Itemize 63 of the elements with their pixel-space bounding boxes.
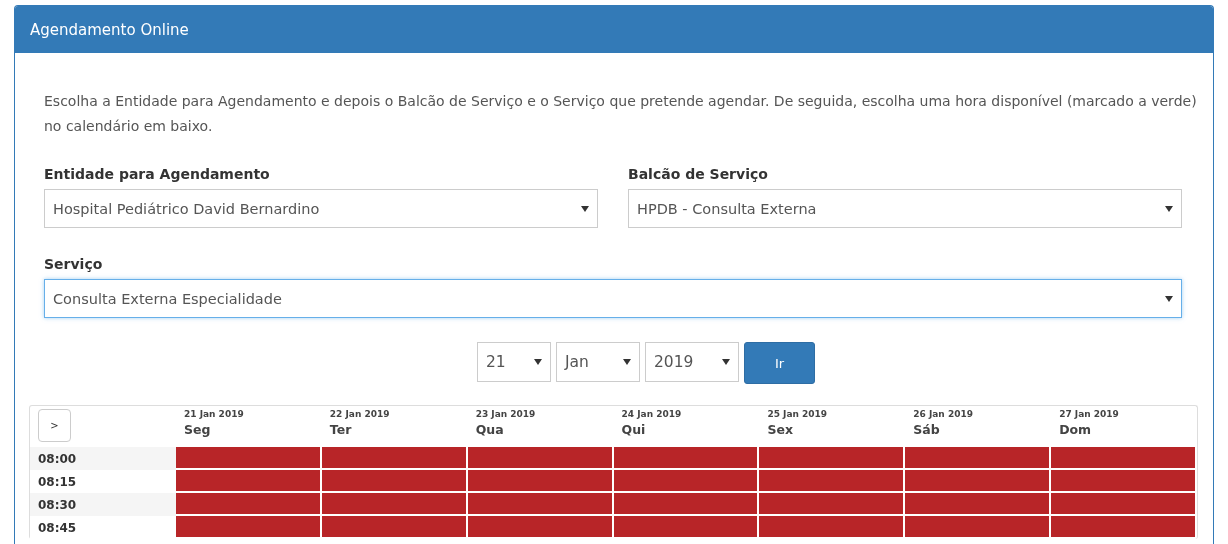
day-date: 25 Jan 2019 (767, 409, 829, 419)
select-field[interactable]: HPDB - Consulta Externa (628, 189, 1182, 228)
time-slot[interactable] (759, 470, 904, 491)
select-field[interactable]: Hospital Pediátrico David Bernardino (44, 189, 598, 228)
time-slot[interactable] (613, 516, 758, 537)
caret-icon (722, 359, 730, 365)
day-date: 21 Jan 2019 (184, 409, 245, 419)
time-slot[interactable] (759, 447, 904, 468)
next-button[interactable]: > (38, 409, 71, 442)
caret-icon (1165, 295, 1173, 302)
time-slot[interactable] (467, 493, 612, 514)
panel-title: Agendamento Online (30, 20, 189, 39)
time-slot[interactable] (759, 516, 904, 537)
weekday: Qui (621, 422, 647, 437)
time-slot[interactable] (1051, 493, 1195, 514)
go-button[interactable]: Ir (744, 342, 815, 384)
time-label: 08:00 (30, 447, 176, 470)
field-label: Entidade para Agendamento (44, 166, 271, 182)
year-select[interactable]: 2019 (645, 342, 739, 382)
day-select[interactable]: 21 (477, 342, 551, 382)
time-label: 08:30 (30, 493, 176, 516)
time-slot[interactable] (321, 516, 466, 537)
weekday: Ter (329, 422, 353, 437)
day-date: 26 Jan 2019 (913, 409, 974, 419)
time-slot[interactable] (1051, 470, 1195, 491)
caret-icon (581, 205, 589, 212)
select-field[interactable]: Consulta Externa Especialidade (44, 279, 1182, 318)
caret-icon (1165, 205, 1173, 212)
time-slot[interactable] (905, 516, 1050, 537)
time-slot[interactable] (467, 516, 612, 537)
time-slot[interactable] (613, 447, 758, 468)
time-slot[interactable] (905, 447, 1050, 468)
time-slot[interactable] (1051, 516, 1195, 537)
day-date: 24 Jan 2019 (621, 409, 683, 419)
caret-icon (534, 359, 542, 365)
time-slot[interactable] (321, 493, 466, 514)
field-label: Balcão de Serviço (628, 166, 769, 182)
time-slot[interactable] (1051, 447, 1195, 468)
time-slot[interactable] (613, 470, 758, 491)
time-slot[interactable] (759, 493, 904, 514)
day-date: 27 Jan 2019 (1059, 409, 1120, 419)
day-date: 23 Jan 2019 (475, 409, 537, 419)
time-slot[interactable] (321, 447, 466, 468)
time-slot[interactable] (467, 470, 612, 491)
time-slot[interactable] (613, 493, 758, 514)
weekday: Sex (767, 422, 794, 437)
weekday: Sáb (913, 422, 941, 437)
weekday: Dom (1059, 422, 1093, 437)
intro-text: Escolha a Entidade para Agendamento e depois o Balcão de Serviço e o Serviço que pretende agendar. De seguida, escolha uma hora disponível (marcado a verde) no calendário em baixo. (44, 92, 1198, 136)
time-slot[interactable] (176, 447, 320, 468)
time-slot[interactable] (321, 470, 466, 491)
time-slot[interactable] (467, 447, 612, 468)
weekday: Seg (184, 422, 212, 437)
time-slot[interactable] (176, 493, 320, 514)
weekday: Qua (475, 422, 505, 437)
time-slot[interactable] (905, 470, 1050, 491)
day-date: 22 Jan 2019 (329, 409, 391, 419)
caret-icon (623, 359, 631, 365)
field-label: Serviço (44, 256, 104, 272)
month-select[interactable]: Jan (556, 342, 640, 382)
time-slot[interactable] (176, 470, 320, 491)
time-slot[interactable] (905, 493, 1050, 514)
time-slot[interactable] (176, 516, 320, 537)
